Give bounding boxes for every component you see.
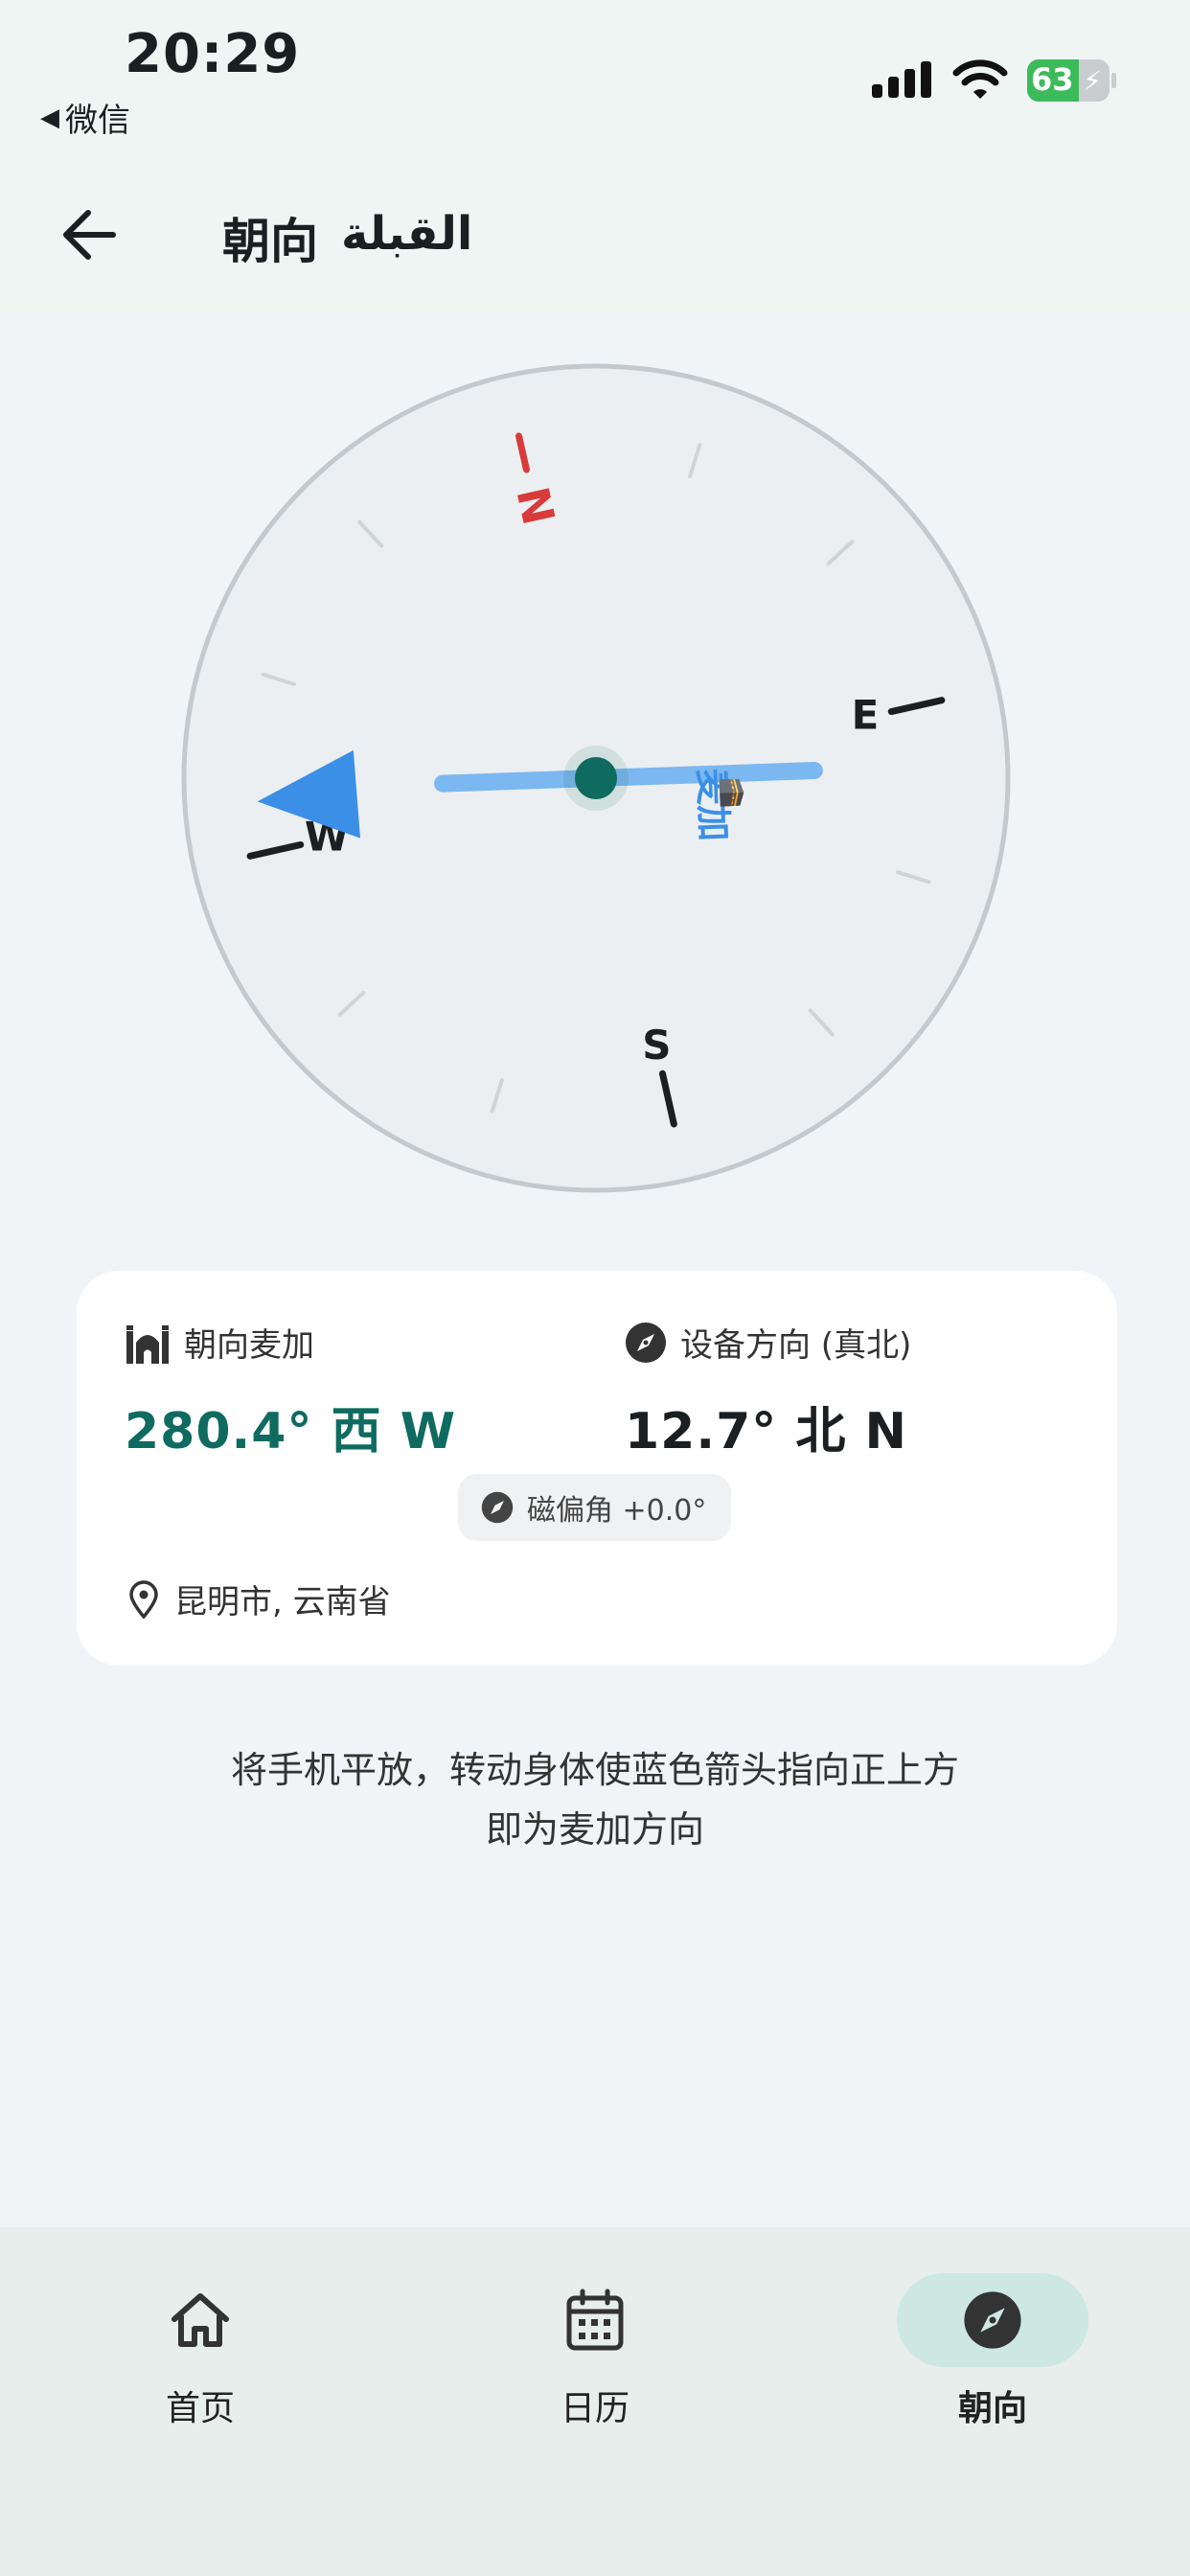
instruction-line-2: 即为麦加方向 [485, 1808, 704, 1851]
device-heading-value: 12.7° 北 N [625, 1403, 908, 1460]
cellular-signal-icon [872, 59, 931, 98]
compass-hub [575, 757, 617, 799]
page-title-arabic: القبلة [341, 207, 473, 261]
status-bar: 20:29 ◀ 微信 63 ⚡ [0, 0, 1190, 163]
device-heading-label: 设备方向 (真北) [680, 1326, 912, 1365]
declination-text: 磁偏角 +0.0° [527, 1494, 707, 1528]
battery-icon: 63 ⚡ [1027, 59, 1110, 102]
status-time: 20:29 [125, 23, 301, 85]
nav-label-qibla: 朝向 [957, 2389, 1027, 2428]
compass: N E S W 麦加 🕋 [178, 360, 1014, 1196]
east-label: E [852, 692, 880, 739]
qibla-label: 朝向麦加 [184, 1326, 314, 1365]
south-label: S [642, 1022, 671, 1069]
compass-icon [481, 1491, 514, 1524]
instruction-line-1: 将手机平放，转动身体使蓝色箭头指向正上方 [230, 1749, 959, 1791]
calendar-icon [566, 2288, 624, 2351]
qibla-block: 朝向麦加 280.4° 西 W [125, 1319, 456, 1462]
nav-active-indicator [897, 2273, 1088, 2367]
nav-item-home[interactable]: 首页 [95, 2273, 306, 2430]
back-arrow-icon[interactable] [56, 201, 123, 268]
location-pin-icon [129, 1579, 158, 1619]
back-app-label: 微信 [65, 102, 130, 140]
charging-bolt-icon: ⚡ [1083, 65, 1102, 97]
page-title: 朝向 [222, 214, 318, 269]
bottom-nav: 首页 日历 朝向 [0, 2227, 1190, 2576]
compass-icon [964, 2291, 1021, 2349]
nav-item-qibla[interactable]: 朝向 [887, 2273, 1098, 2430]
device-heading-block: 设备方向 (真北) 12.7° 北 N [625, 1319, 911, 1462]
declination-badge: 磁偏角 +0.0° [458, 1474, 732, 1541]
back-triangle-icon: ◀ [40, 103, 59, 132]
wifi-icon [952, 59, 1008, 99]
home-icon [172, 2293, 229, 2347]
qibla-bearing: 280.4° 西 W [125, 1403, 457, 1460]
back-to-app-link[interactable]: ◀ 微信 [40, 94, 130, 141]
compass-dial: N E S W 麦加 🕋 [181, 363, 1011, 1193]
instruction-text: 将手机平放，转动身体使蓝色箭头指向正上方 即为麦加方向 [0, 1740, 1190, 1859]
nav-label-home: 首页 [165, 2389, 235, 2428]
location-text: 昆明市, 云南省 [174, 1583, 391, 1622]
battery-cap [1111, 73, 1116, 88]
nav-label-calendar: 日历 [560, 2389, 629, 2428]
location-row: 昆明市, 云南省 [128, 1576, 391, 1622]
nav-item-calendar[interactable]: 日历 [490, 2273, 700, 2430]
info-card: 朝向麦加 280.4° 西 W 设备方向 (真北) 12.7° 北 N 磁偏角 … [77, 1271, 1117, 1666]
app-bar: 朝向 القبلة [0, 163, 1190, 316]
mosque-icon [126, 1324, 169, 1364]
kaaba-icon: 🕋 [718, 777, 747, 809]
compass-icon [626, 1322, 666, 1363]
battery-percent: 63 [1031, 61, 1074, 98]
